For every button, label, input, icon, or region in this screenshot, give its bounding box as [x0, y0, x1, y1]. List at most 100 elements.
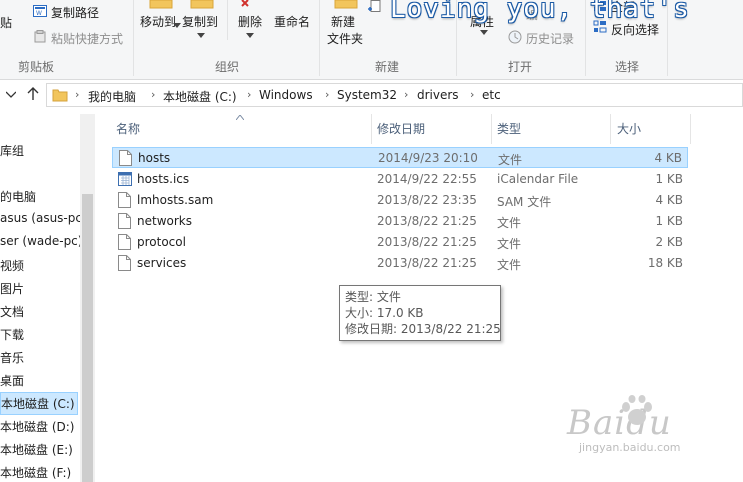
rename-button[interactable]: 重命名 — [274, 13, 310, 30]
baidu-watermark: Baidu jingyan.baidu.com — [567, 395, 681, 454]
delete-button[interactable]: 删除 — [238, 13, 262, 30]
address-bar: › 我的电脑 › 本地磁盘 (C:) › Windows › System32 … — [0, 81, 743, 109]
nav-item-homegroup[interactable]: 库组 — [0, 142, 24, 159]
column-divider[interactable] — [371, 114, 372, 144]
file-row-lmhosts-sam[interactable]: lmhosts.sam 2013/8/22 23:35 SAM 文件 4 KB — [112, 190, 688, 211]
ribbon: 贴 W 复制路径 粘贴快捷方式 剪贴板 移动到 复制到 删除 重命名 组织 新建… — [0, 0, 743, 80]
paste-button[interactable]: 贴 — [0, 14, 12, 31]
nav-item-documents[interactable]: 文档 — [0, 303, 24, 320]
nav-item-wade-pc[interactable]: ser (wade-pc) — [0, 234, 82, 248]
nav-item-local-disk-f[interactable]: 本地磁盘 (F:) — [0, 464, 71, 481]
nav-item-downloads[interactable]: 下载 — [0, 326, 24, 343]
file-name: hosts.ics — [137, 172, 190, 186]
paw-logo-icon — [622, 395, 652, 425]
nav-item-asus-pc[interactable]: asus (asus-pc) — [0, 211, 87, 225]
file-type: 文件 — [497, 237, 522, 251]
move-to-button[interactable]: 移动到 — [140, 13, 176, 30]
file-type: 文件 — [497, 216, 522, 230]
calendar-file-icon — [118, 172, 132, 186]
breadcrumb-windows[interactable]: Windows — [259, 88, 313, 102]
new-folder-icon — [334, 0, 358, 9]
nav-item-pictures[interactable]: 图片 — [0, 280, 24, 297]
copy-path-button[interactable]: 复制路径 — [51, 4, 99, 21]
recent-locations-chevron-icon[interactable] — [6, 91, 16, 99]
sort-ascending-icon — [236, 115, 244, 120]
file-row-hosts[interactable]: hosts 2014/9/23 20:10 文件 4 KB — [112, 147, 688, 168]
delete-icon — [241, 0, 249, 7]
column-header-date[interactable]: 修改日期 — [377, 120, 425, 137]
nav-item-local-disk-e[interactable]: 本地磁盘 (E:) — [0, 441, 73, 458]
paste-shortcut-button[interactable]: 粘贴快捷方式 — [51, 30, 123, 47]
tooltip-size: 大小: 17.0 KB — [345, 306, 424, 320]
nav-scrollbar-thumb[interactable] — [82, 194, 93, 482]
file-row-services[interactable]: services 2013/8/22 21:25 文件 18 KB — [112, 253, 688, 274]
file-date: 2014/9/23 20:10 — [378, 151, 478, 165]
copy-to-icon — [190, 0, 214, 9]
organize-group-label: 组织 — [215, 60, 240, 74]
nav-item-music[interactable]: 音乐 — [0, 349, 24, 366]
column-header-type[interactable]: 类型 — [497, 120, 521, 137]
file-name: lmhosts.sam — [137, 193, 214, 207]
copy-path-icon: W — [33, 5, 47, 17]
column-divider[interactable] — [690, 114, 691, 144]
overlay-watermark-text: Loving you, that's — [390, 0, 690, 24]
breadcrumb-my-computer[interactable]: 我的电脑 — [88, 88, 136, 105]
breadcrumb-etc[interactable]: etc — [482, 88, 501, 102]
file-row-networks[interactable]: networks 2013/8/22 21:25 文件 1 KB — [112, 211, 688, 232]
svg-text:W: W — [36, 10, 42, 17]
move-to-icon — [149, 0, 173, 9]
history-button[interactable]: 历史记录 — [526, 30, 574, 47]
navigation-pane: 库组 的电脑 asus (asus-pc) ser (wade-pc) 视频 图… — [0, 114, 95, 482]
file-date: 2013/8/22 21:25 — [377, 256, 477, 270]
file-row-protocol[interactable]: protocol 2013/8/22 21:25 文件 2 KB — [112, 232, 688, 253]
file-name: networks — [137, 214, 192, 228]
file-size: 18 KB — [647, 256, 683, 270]
file-icon — [118, 234, 131, 250]
tooltip-type: 类型: 文件 — [345, 290, 401, 304]
breadcrumb-system32[interactable]: System32 — [337, 88, 397, 102]
file-date: 2013/8/22 21:25 — [377, 214, 477, 228]
file-type: iCalendar File — [497, 172, 579, 186]
copy-to-button[interactable]: 复制到 — [182, 13, 218, 30]
new-folder-line2[interactable]: 文件夹 — [327, 30, 363, 47]
column-header-name[interactable]: 名称 — [116, 120, 140, 137]
breadcrumb-local-disk-c[interactable]: 本地磁盘 (C:) — [163, 88, 237, 105]
chevron-down-icon — [480, 30, 488, 35]
nav-item-desktop[interactable]: 桌面 — [0, 372, 24, 389]
nav-item-this-pc[interactable]: 的电脑 — [0, 188, 36, 205]
column-divider[interactable] — [491, 114, 492, 144]
column-header-size[interactable]: 大小 — [617, 120, 641, 137]
select-group-label: 选择 — [615, 60, 640, 74]
new-folder-line1[interactable]: 新建 — [331, 13, 355, 30]
open-group-label: 打开 — [508, 60, 533, 74]
chevron-down-icon — [173, 23, 181, 28]
file-icon — [118, 213, 131, 229]
nav-item-local-disk-c[interactable]: 本地磁盘 (C:) — [0, 392, 78, 415]
file-date: 2013/8/22 23:35 — [377, 193, 477, 207]
folder-icon — [52, 89, 68, 102]
breadcrumb-drivers[interactable]: drivers — [417, 88, 459, 102]
file-name: protocol — [137, 235, 186, 249]
file-size: 1 KB — [655, 214, 683, 228]
column-divider[interactable] — [610, 114, 611, 144]
file-type: 文件 — [498, 153, 523, 167]
chevron-down-icon — [246, 33, 254, 38]
address-field[interactable]: › 我的电脑 › 本地磁盘 (C:) › Windows › System32 … — [46, 83, 743, 107]
file-date: 2013/8/22 21:25 — [377, 235, 477, 249]
baidu-url: jingyan.baidu.com — [579, 441, 681, 454]
file-size: 2 KB — [655, 235, 683, 249]
file-size: 4 KB — [655, 193, 683, 207]
ribbon-separator — [133, 0, 134, 76]
file-date: 2014/9/22 22:55 — [377, 172, 477, 186]
ribbon-separator — [227, 0, 228, 40]
paste-shortcut-icon — [34, 30, 46, 43]
nav-item-local-disk-d[interactable]: 本地磁盘 (D:) — [0, 418, 74, 435]
file-type: SAM 文件 — [497, 195, 552, 209]
file-row-hosts-ics[interactable]: hosts.ics 2014/9/22 22:55 iCalendar File… — [112, 169, 688, 190]
new-group-label: 新建 — [375, 60, 400, 74]
clipboard-group-label: 剪贴板 — [18, 60, 55, 74]
nav-item-videos[interactable]: 视频 — [0, 257, 24, 274]
file-name: hosts — [138, 151, 171, 165]
file-size: 4 KB — [654, 151, 682, 165]
up-arrow-icon[interactable] — [27, 87, 39, 101]
